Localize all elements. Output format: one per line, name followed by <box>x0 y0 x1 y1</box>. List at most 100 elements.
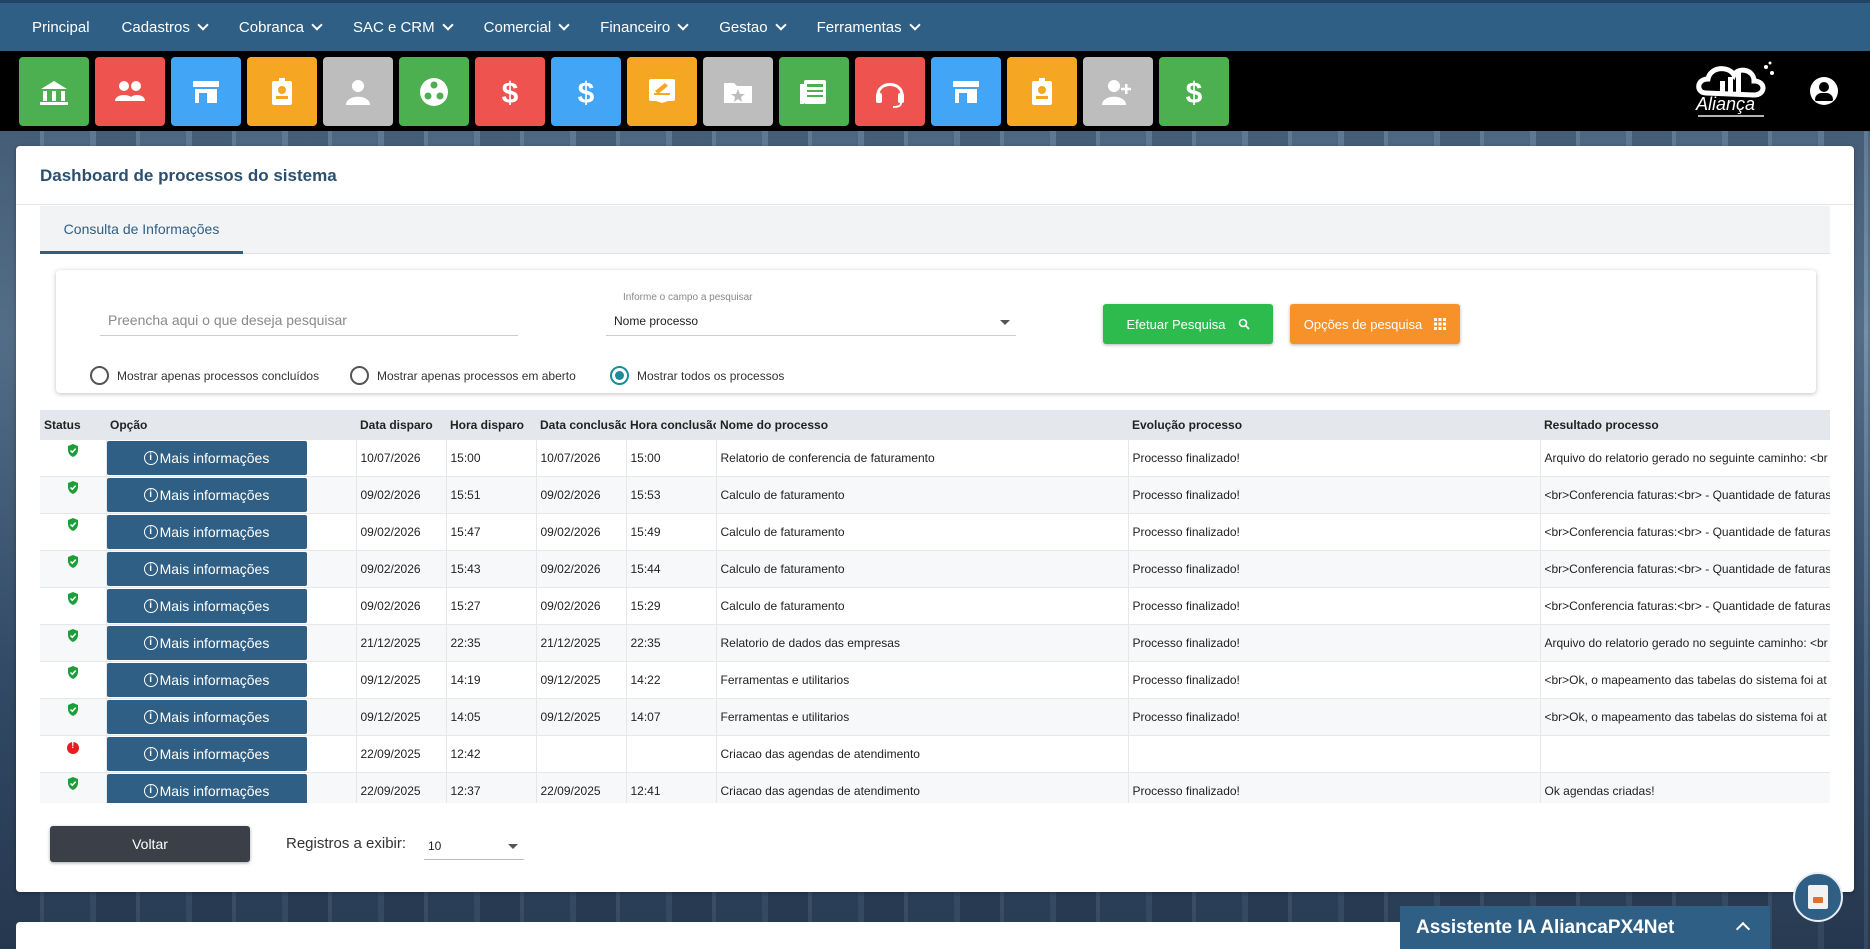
nav-item-label: Financeiro <box>600 18 671 36</box>
radio-circle[interactable] <box>610 366 629 385</box>
nav-item-gestao[interactable]: Gestao <box>719 19 787 36</box>
toolbar-button-13[interactable] <box>931 57 1001 126</box>
toolbar-button-11[interactable] <box>779 57 849 126</box>
search-button-label: Efetuar Pesquisa <box>1126 316 1226 332</box>
shield-check-icon <box>67 629 78 642</box>
toolbar-button-5[interactable] <box>323 57 393 126</box>
toolbar-button-1[interactable] <box>19 57 89 126</box>
cell-resultado: <br>Conferencia faturas:<br> - Quantidad… <box>1540 587 1830 625</box>
cell-nome: Calculo de faturamento <box>716 476 1129 514</box>
column-header[interactable]: Data disparo <box>356 410 446 440</box>
cell-resultado: <br>Ok, o mapeamento das tabelas do sist… <box>1540 698 1830 736</box>
search-button[interactable]: Efetuar Pesquisa <box>1103 304 1273 344</box>
svg-text:$: $ <box>578 77 595 109</box>
more-info-button[interactable]: i Mais informações <box>106 441 307 475</box>
more-info-label: Mais informações <box>159 487 270 503</box>
more-info-label: Mais informações <box>159 746 270 762</box>
nav-item-ferramentas[interactable]: Ferramentas <box>817 19 921 36</box>
toolbar-button-2[interactable] <box>95 57 165 126</box>
dollar-icon: $ <box>1186 77 1203 109</box>
nav-item-financeiro[interactable]: Financeiro <box>600 18 689 36</box>
nav-item-sac-e-crm[interactable]: SAC e CRM <box>353 19 454 36</box>
table-row: i Mais informações 09/02/2026 15:51 09/02/20… <box>40 476 1830 514</box>
nav-item-cadastros[interactable]: Cadastros <box>121 18 209 36</box>
column-header[interactable]: Opção <box>106 410 356 440</box>
nav-item-principal[interactable]: Principal <box>32 19 90 36</box>
more-info-button[interactable]: i Mais informações <box>106 589 307 623</box>
cell-data-conclusao: 09/02/2026 <box>536 550 627 588</box>
chevron-up-icon[interactable] <box>1735 921 1751 937</box>
search-options-button[interactable]: Opções de pesquisa <box>1290 304 1460 344</box>
column-header[interactable]: Nome do processo <box>716 410 1128 440</box>
option-cell: i Mais informações <box>106 772 357 803</box>
toolbar-button-14[interactable] <box>1007 57 1077 126</box>
chevron-down-icon <box>311 19 323 31</box>
more-info-button[interactable]: i Mais informações <box>106 626 307 660</box>
toolbar-button-12[interactable] <box>855 57 925 126</box>
toolbar-button-9[interactable] <box>627 57 697 126</box>
search-input[interactable] <box>100 304 518 336</box>
nav-item-cobranca[interactable]: Cobranca <box>239 19 323 36</box>
more-info-button[interactable]: i Mais informações <box>106 515 307 549</box>
cell-data-disparo: 09/12/2025 <box>356 698 447 736</box>
toolbar-button-10[interactable] <box>703 57 773 126</box>
cell-nome: Calculo de faturamento <box>716 513 1129 551</box>
column-header[interactable]: Data conclusão <box>536 410 626 440</box>
cell-data-disparo: 09/02/2026 <box>356 513 447 551</box>
toolbar-button-4[interactable] <box>247 57 317 126</box>
cell-data-conclusao: 22/09/2025 <box>536 772 627 803</box>
radio-option-3[interactable]: Mostrar todos os processos <box>610 366 784 385</box>
option-cell: i Mais informações <box>106 513 357 551</box>
radio-option-2[interactable]: Mostrar apenas processos em aberto <box>350 366 576 385</box>
toolbar-button-3[interactable] <box>171 57 241 126</box>
nav-item-label: Principal <box>32 18 90 36</box>
radio-circle[interactable] <box>90 366 109 385</box>
column-header[interactable]: Resultado processo <box>1540 410 1830 440</box>
more-info-label: Mais informações <box>159 561 270 577</box>
nav-item-comercial[interactable]: Comercial <box>484 19 570 36</box>
user-account-icon[interactable] <box>1810 77 1838 105</box>
cell-hora-disparo: 14:05 <box>446 698 537 736</box>
more-info-label: Mais informações <box>159 709 270 725</box>
column-header[interactable]: Evolução processo <box>1128 410 1540 440</box>
dashboard-card: Dashboard de processos do sistema Consul… <box>16 146 1854 892</box>
cell-evolucao: Processo finalizado! <box>1128 661 1541 699</box>
cell-data-disparo: 21/12/2025 <box>356 624 447 662</box>
status-cell <box>40 772 107 803</box>
radio-circle[interactable] <box>350 366 369 385</box>
search-field-select[interactable]: Nome processo <box>606 308 1016 336</box>
rows-per-page-select[interactable]: 10 <box>424 832 524 860</box>
more-info-button[interactable]: i Mais informações <box>106 737 307 771</box>
more-info-button[interactable]: i Mais informações <box>106 774 307 803</box>
table-row: i Mais informações 09/02/2026 15:27 09/02/20… <box>40 587 1830 625</box>
tab-consulta-informacoes[interactable]: Consulta de Informações <box>40 206 243 254</box>
document-fab-button[interactable] <box>1793 872 1843 922</box>
back-button[interactable]: Voltar <box>50 826 250 862</box>
cell-hora-disparo: 14:19 <box>446 661 537 699</box>
table-row: iMais informações 22/09/202512:42 Criacao … <box>40 735 1830 773</box>
toolbar-button-7[interactable]: $ <box>475 57 545 126</box>
toolbar-button-8[interactable]: $ <box>551 57 621 126</box>
more-info-button[interactable]: i Mais informações <box>106 478 307 512</box>
svg-text:$: $ <box>502 77 519 109</box>
more-info-button[interactable]: i Mais informações <box>106 552 307 586</box>
option-cell: i Mais informações <box>106 476 357 514</box>
more-info-button[interactable]: i Mais informações <box>106 663 307 697</box>
column-header[interactable]: Hora conclusão <box>626 410 716 440</box>
radio-option-1[interactable]: Mostrar apenas processos concluídos <box>90 366 319 385</box>
toolbar-button-16[interactable]: $ <box>1159 57 1229 126</box>
page-title: Dashboard de processos do sistema <box>40 166 337 185</box>
folder-star-icon <box>724 82 752 103</box>
toolbar-button-15[interactable] <box>1083 57 1153 126</box>
ai-assistant-bar[interactable]: Assistente IA AliancaPX4Net <box>1400 906 1770 949</box>
more-info-button[interactable]: i Mais informações <box>106 700 307 734</box>
cell-hora-disparo: 12:37 <box>446 772 537 803</box>
cell-data-conclusao: 09/02/2026 <box>536 476 627 514</box>
column-header[interactable]: Hora disparo <box>446 410 536 440</box>
nav-item-label: Cadastros <box>121 18 190 36</box>
column-header[interactable]: Status <box>40 410 106 440</box>
store-icon <box>953 80 979 103</box>
toolbar-button-6[interactable] <box>399 57 469 126</box>
cell-evolucao: Processo finalizado! <box>1128 587 1541 625</box>
cell-evolucao: Processo finalizado! <box>1128 550 1541 588</box>
